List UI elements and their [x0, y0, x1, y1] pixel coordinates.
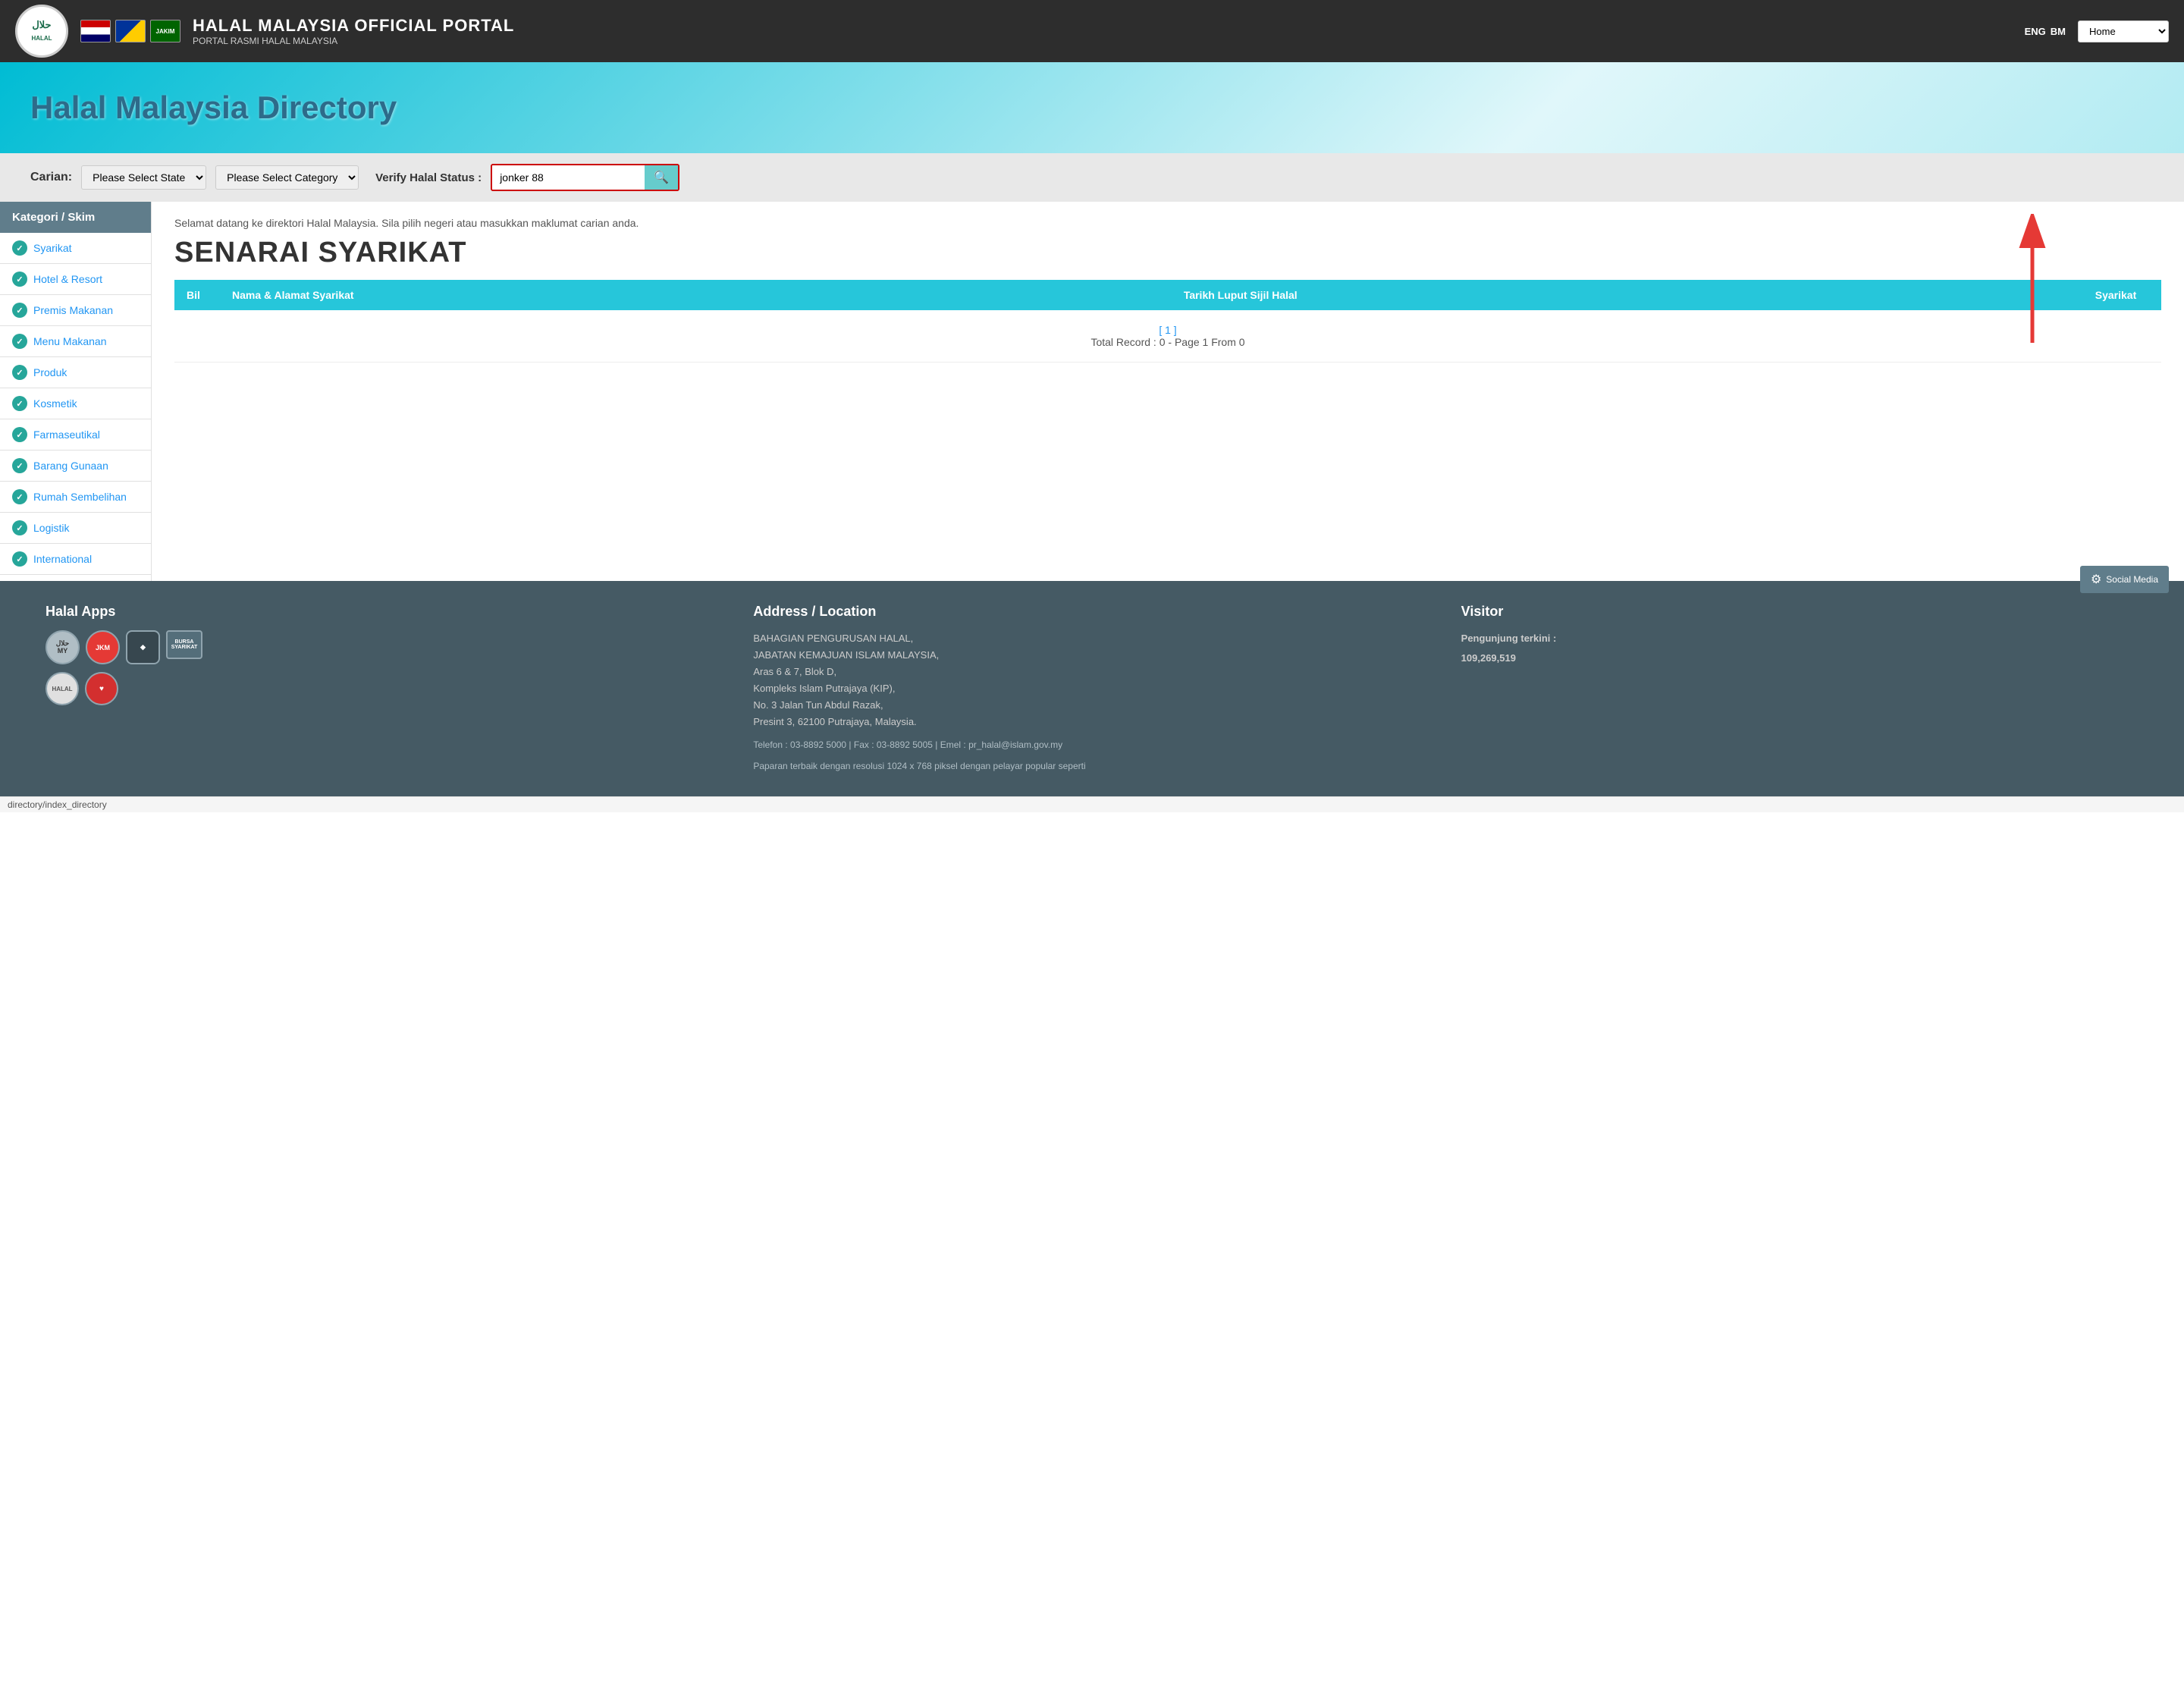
footer-display: Paparan terbaik dengan resolusi 1024 x 7… [753, 758, 1430, 774]
sidebar-label-kosmetik: Kosmetik [33, 397, 77, 410]
sidebar-label-syarikat: Syarikat [33, 242, 72, 254]
sidebar-item-produk[interactable]: Produk [0, 357, 151, 388]
verify-input[interactable] [492, 165, 645, 190]
app-icon-3: ◆ [126, 630, 160, 664]
check-icon-farma [12, 427, 27, 442]
state-select[interactable]: Please Select State [81, 165, 206, 190]
sidebar-item-menu[interactable]: Menu Makanan [0, 326, 151, 357]
check-icon-syarikat [12, 240, 27, 256]
app-icon-2: JKM [86, 630, 120, 664]
jakim-text: JAKIM [150, 20, 180, 42]
social-media-button[interactable]: ⚙ Social Media [2080, 566, 2169, 593]
nav-home-select[interactable]: Home [2078, 20, 2169, 42]
sidebar-item-rumah[interactable]: Rumah Sembelihan [0, 482, 151, 513]
sidebar-item-farma[interactable]: Farmaseutikal [0, 419, 151, 451]
main-content: Kategori / Skim Syarikat Hotel & Resort … [0, 202, 2184, 581]
sidebar-label-produk: Produk [33, 366, 67, 378]
results-title: SENARAI SYARIKAT [174, 237, 2161, 269]
portal-title: HALAL MALAYSIA OFFICIAL PORTAL [193, 16, 2013, 36]
sidebar-label-farma: Farmaseutikal [33, 429, 100, 441]
status-bar: directory/index_directory [0, 796, 2184, 812]
sidebar-item-international[interactable]: International [0, 544, 151, 575]
page-1-link[interactable]: [ 1 ] [1159, 324, 1176, 336]
sidebar-label-international: International [33, 553, 92, 565]
footer-address-title: Address / Location [753, 604, 1430, 620]
social-media-label: Social Media [2106, 574, 2158, 585]
total-record: Total Record : 0 - Page 1 From 0 [1090, 336, 1244, 348]
results-area: Selamat datang ke direktori Halal Malays… [152, 202, 2184, 581]
header-flags: JAKIM [80, 20, 180, 42]
sidebar-label-hotel: Hotel & Resort [33, 273, 102, 285]
app-icon-4: BURSASYARIKAT [166, 630, 202, 659]
status-url: directory/index_directory [8, 799, 107, 810]
sidebar-label-premis: Premis Makanan [33, 304, 113, 316]
sidebar-item-syarikat[interactable]: Syarikat [0, 233, 151, 264]
sidebar: Kategori / Skim Syarikat Hotel & Resort … [0, 202, 152, 581]
sidebar-item-logistik[interactable]: Logistik [0, 513, 151, 544]
sidebar-header: Kategori / Skim [0, 202, 151, 233]
col-bil: Bil [174, 280, 220, 310]
check-icon-hotel [12, 272, 27, 287]
footer-visitor-col: Visitor Pengunjung terkini : 109,269,519 [1461, 604, 2138, 774]
category-select[interactable]: Please Select Category [215, 165, 359, 190]
footer-apps-col: Halal Apps حلالMY JKM ◆ BURSASYARIKAT HA… [46, 604, 723, 774]
welcome-text: Selamat datang ke direktori Halal Malays… [174, 217, 2161, 229]
verify-label: Verify Halal Status : [375, 171, 482, 184]
check-icon-kosmetik [12, 396, 27, 411]
footer-visitor-title: Visitor [1461, 604, 2138, 620]
app-icon-1: حلالMY [46, 630, 80, 664]
results-table: Bil Nama & Alamat Syarikat Tarikh Luput … [174, 280, 2161, 363]
footer-address-text: BAHAGIAN PENGURUSAN HALAL, JABATAN KEMAJ… [753, 630, 1430, 731]
check-icon-premis [12, 303, 27, 318]
header-title-block: HALAL MALAYSIA OFFICIAL PORTAL PORTAL RA… [193, 16, 2013, 46]
check-icon-menu [12, 334, 27, 349]
sidebar-label-menu: Menu Makanan [33, 335, 107, 347]
check-icon-rumah [12, 489, 27, 504]
banner: Halal Malaysia Directory [0, 62, 2184, 153]
header-nav: Home [2078, 20, 2169, 42]
halal-logo: حلالHALAL [15, 5, 68, 58]
footer-contact: Telefon : 03-8892 5000 | Fax : 03-8892 5… [753, 737, 1430, 752]
col-nama: Nama & Alamat Syarikat [220, 280, 1172, 310]
sidebar-label-barang: Barang Gunaan [33, 460, 108, 472]
sidebar-label-rumah: Rumah Sembelihan [33, 491, 127, 503]
footer-visitor-label: Pengunjung terkini : [1461, 630, 2138, 647]
col-tarikh: Tarikh Luput Sijil Halal [1172, 280, 2070, 310]
table-wrap: SENARAI SYARIKAT Bil Nama & Alamat Syari… [174, 237, 2161, 363]
sidebar-label-logistik: Logistik [33, 522, 69, 534]
sidebar-item-hotel[interactable]: Hotel & Resort [0, 264, 151, 295]
sidebar-item-barang[interactable]: Barang Gunaan [0, 451, 151, 482]
footer-apps-row: حلالMY JKM ◆ BURSASYARIKAT [46, 630, 723, 664]
search-bar: Carian: Please Select State Please Selec… [0, 153, 2184, 202]
lang-bm-button[interactable]: BM [2051, 26, 2066, 37]
check-icon-produk [12, 365, 27, 380]
language-switcher: ENG BM [2025, 26, 2066, 37]
footer: ⚙ Social Media Halal Apps حلالMY JKM ◆ B… [0, 581, 2184, 796]
banner-title: Halal Malaysia Directory [30, 89, 397, 126]
verify-search-button[interactable]: 🔍 [645, 165, 678, 190]
gear-icon: ⚙ [2091, 572, 2101, 587]
check-icon-barang [12, 458, 27, 473]
col-syarikat: Syarikat [2070, 280, 2161, 310]
check-icon-logistik [12, 520, 27, 535]
header: حلالHALAL JAKIM HALAL MALAYSIA OFFICIAL … [0, 0, 2184, 62]
footer-address-col: Address / Location BAHAGIAN PENGURUSAN H… [753, 604, 1430, 774]
sidebar-item-kosmetik[interactable]: Kosmetik [0, 388, 151, 419]
sidebar-item-premis[interactable]: Premis Makanan [0, 295, 151, 326]
check-icon-international [12, 551, 27, 567]
search-label: Carian: [30, 171, 72, 184]
jakim-logo [115, 20, 146, 42]
pagination: [ 1 ] Total Record : 0 - Page 1 From 0 [187, 318, 2149, 354]
portal-subtitle: PORTAL RASMI HALAL MALAYSIA [193, 36, 2013, 46]
malaysia-flag [80, 20, 111, 42]
app-icon-5: HALAL [46, 672, 79, 705]
footer-apps-row2: HALAL ♥ [46, 672, 723, 705]
lang-eng-button[interactable]: ENG [2025, 26, 2046, 37]
app-icon-6: ♥ [85, 672, 118, 705]
verify-input-wrap: 🔍 [491, 164, 679, 191]
footer-apps-title: Halal Apps [46, 604, 723, 620]
footer-visitor-count: 109,269,519 [1461, 650, 2138, 667]
